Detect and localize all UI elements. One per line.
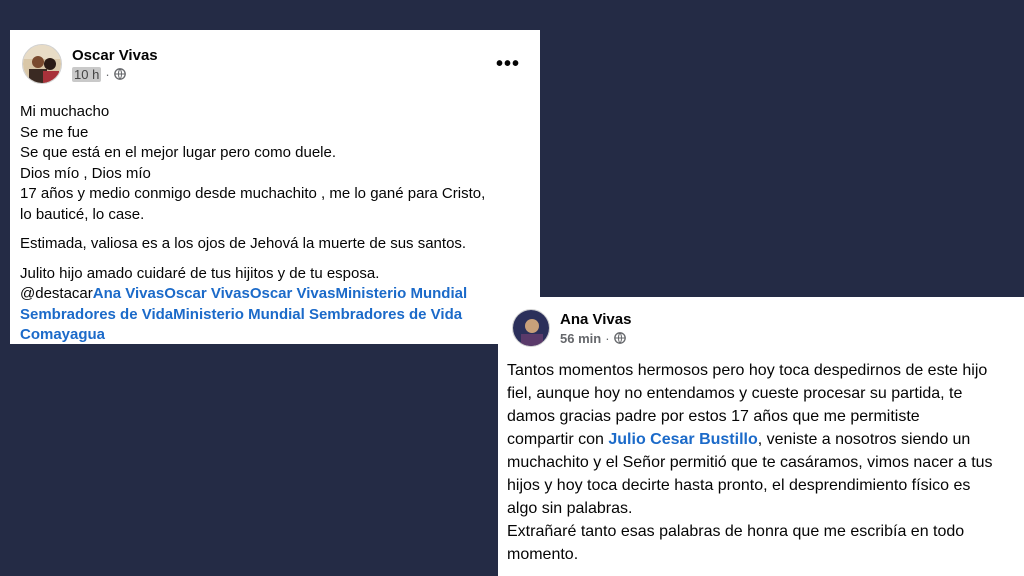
post-line: compartir con Julio Cesar Bustillo, veni… xyxy=(507,428,1019,451)
post-line: Mi muchacho xyxy=(20,103,110,120)
post-meta: 10 h · xyxy=(72,66,158,82)
author-name[interactable]: Ana Vivas xyxy=(560,311,631,328)
post-line: Estimada, valiosa es a los ojos de Jehov… xyxy=(20,235,467,252)
post-card-ana: Ana Vivas 56 min · Tantos momentos hermo… xyxy=(498,297,1024,576)
timestamp[interactable]: 10 h xyxy=(72,66,102,82)
avatar[interactable] xyxy=(512,309,550,347)
tag-prefix: @destacar xyxy=(20,285,93,302)
timestamp[interactable]: 56 min xyxy=(560,331,601,346)
post-body: Tantos momentos hermosos pero hoy toca d… xyxy=(507,359,1019,566)
post-line: Se que está en el mejor lugar pero como … xyxy=(20,144,337,161)
post-line: 17 años y medio conmigo desde muchachito… xyxy=(20,185,486,202)
avatar[interactable] xyxy=(22,44,62,84)
post-card-oscar: Oscar Vivas 10 h · ••• Mi muchacho Se me… xyxy=(10,30,540,344)
post-line: fiel, aunque hoy no entendamos y cueste … xyxy=(507,385,963,402)
text-segment: , veniste a nosotros siendo un xyxy=(757,431,971,448)
tag-line: Sembradores de VidaMinisterio Mundial Se… xyxy=(20,305,520,326)
post-line: algo sin palabras. xyxy=(507,500,633,517)
post-line: momento. xyxy=(507,546,579,563)
tag-line: @destacarAna VivasOscar VivasOscar Vivas… xyxy=(20,284,520,305)
tagged-links[interactable]: Ana VivasOscar VivasOscar VivasMinisteri… xyxy=(93,285,467,302)
post-header: Ana Vivas 56 min · xyxy=(512,309,631,347)
post-line: hijos y hoy toca decirte hasta pronto, e… xyxy=(507,477,971,494)
post-line: Extrañaré tanto esas palabras de honra q… xyxy=(507,523,965,540)
author-name[interactable]: Oscar Vivas xyxy=(72,47,158,64)
tagged-person-link[interactable]: Julio Cesar Bustillo xyxy=(608,431,757,448)
post-meta: 56 min · xyxy=(560,331,631,346)
post-body: Mi muchacho Se me fue Se que está en el … xyxy=(20,102,520,344)
post-line: lo bauticé, lo case. xyxy=(20,205,145,223)
more-options-icon[interactable]: ••• xyxy=(496,53,520,76)
meta-separator: · xyxy=(105,66,110,82)
meta-separator: · xyxy=(605,330,610,346)
post-header: Oscar Vivas 10 h · xyxy=(22,44,158,84)
post-line: Dios mío , Dios mío xyxy=(20,164,151,182)
text-segment: compartir con xyxy=(507,431,609,448)
globe-icon xyxy=(113,68,126,80)
post-line: muchachito y el Señor permitió que te ca… xyxy=(507,454,993,471)
tag-line: Comayagua xyxy=(20,325,520,344)
tagged-links[interactable]: Sembradores de VidaMinisterio Mundial Se… xyxy=(20,306,462,323)
post-line: Julito hijo amado cuidaré de tus hijitos… xyxy=(20,264,380,282)
post-line: Se me fue xyxy=(20,123,89,141)
globe-icon xyxy=(613,332,626,344)
post-line: Tantos momentos hermosos pero hoy toca d… xyxy=(507,362,988,379)
post-line: damos gracias padre por estos 17 años qu… xyxy=(507,408,920,425)
tagged-links[interactable]: Comayagua xyxy=(20,326,105,343)
